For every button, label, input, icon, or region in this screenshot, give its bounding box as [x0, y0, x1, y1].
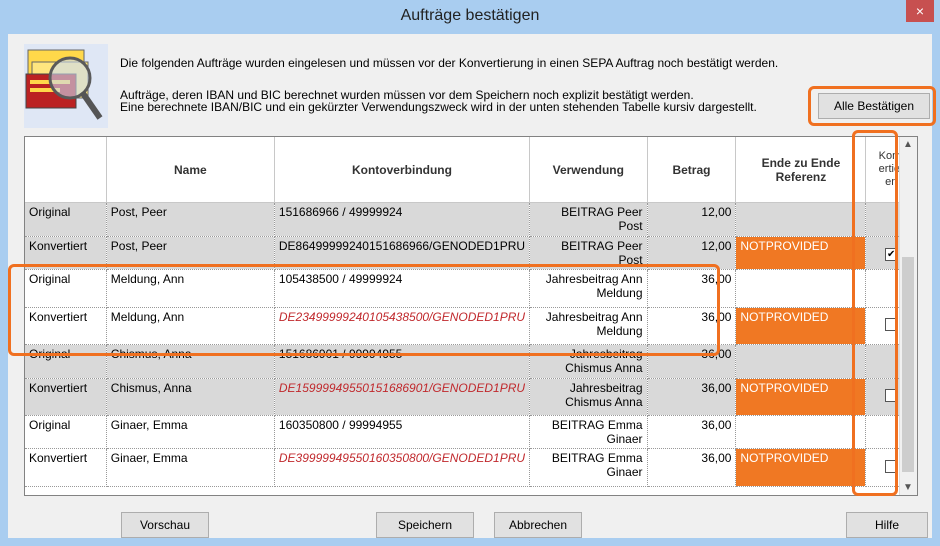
cell-typ: Konvertiert [25, 448, 107, 487]
header-verwendung[interactable]: Verwendung [529, 137, 648, 203]
cell-kontoverbindung: 151686901 / 99994955 [274, 344, 531, 379]
cell-typ: Original [25, 269, 107, 308]
sepa-logo-icon [24, 44, 108, 128]
table-row[interactable]: Konvertiert Ginaer, Emma DE399999495501603… [25, 448, 917, 487]
orders-table-grid: Name Kontoverbindung Verwendung Betrag E… [25, 137, 917, 487]
title-bar: Aufträge bestätigen × [0, 0, 940, 34]
table-row[interactable]: Konvertiert Chismus, Anna DE15999949550151… [25, 378, 917, 416]
header-kontoverbindung[interactable]: Kontoverbindung [274, 137, 531, 203]
cell-name: Chismus, Anna [106, 378, 275, 416]
orders-table: Name Kontoverbindung Verwendung Betrag E… [24, 136, 918, 496]
cell-verwendung: Jahresbeitrag Ann Meldung [529, 269, 648, 308]
cell-kontoverbindung: 151686966 / 49999924 [274, 202, 531, 237]
cell-name: Ginaer, Emma [106, 415, 275, 449]
hilfe-button[interactable]: Hilfe [846, 512, 928, 538]
cell-name: Ginaer, Emma [106, 448, 275, 487]
cell-typ: Konvertiert [25, 378, 107, 416]
cell-verwendung: BEITRAG Emma Ginaer [529, 448, 648, 487]
cell-kontoverbindung: 105438500 / 49999924 [274, 269, 531, 308]
cell-betrag: 12,00 [647, 202, 737, 237]
header-betrag[interactable]: Betrag [647, 137, 737, 203]
vorschau-button[interactable]: Vorschau [121, 512, 209, 538]
header-name[interactable]: Name [106, 137, 275, 203]
info-text-1: Die folgenden Aufträge wurden eingelesen… [120, 56, 779, 70]
dialog-window: Aufträge bestätigen × Die folgenden Auft… [0, 0, 940, 546]
konvertieren-checkbox[interactable] [884, 389, 898, 402]
cell-name: Meldung, Ann [106, 269, 275, 308]
table-row[interactable]: Original Ginaer, Emma 160350800 / 99994955… [25, 415, 917, 449]
cell-referenz: NOTPROVIDED [735, 448, 867, 487]
cell-name: Post, Peer [106, 236, 275, 270]
cell-verwendung: BEITRAG Peer Post [529, 236, 648, 270]
cell-betrag: 36,00 [647, 344, 737, 379]
cell-betrag: 36,00 [647, 269, 737, 308]
cell-referenz [735, 344, 867, 379]
table-row[interactable]: Original Post, Peer 151686966 / 49999924 BE… [25, 202, 917, 237]
table-row[interactable]: Original Meldung, Ann 105438500 / 49999924… [25, 269, 917, 308]
cell-typ: Konvertiert [25, 236, 107, 270]
cell-name: Chismus, Anna [106, 344, 275, 379]
scrollbar-thumb[interactable] [902, 257, 914, 472]
cell-verwendung: BEITRAG Peer Post [529, 202, 648, 237]
info-text-3: Eine berechnete IBAN/BIC und ein gekürzt… [120, 100, 757, 114]
cell-verwendung: Jahresbeitrag Chismus Anna [529, 378, 648, 416]
cell-typ: Original [25, 415, 107, 449]
cell-referenz: NOTPROVIDED [735, 236, 867, 270]
vertical-scrollbar[interactable]: ▲ ▼ [899, 137, 917, 495]
cell-verwendung: Jahresbeitrag Ann Meldung [529, 307, 648, 345]
scroll-up-icon[interactable]: ▲ [903, 139, 913, 150]
scroll-down-icon[interactable]: ▼ [903, 482, 913, 493]
cell-kontoverbindung: DE15999949550151686901/GENODED1PRU [274, 378, 531, 416]
konvertieren-checkbox[interactable] [884, 459, 898, 473]
cell-typ: Original [25, 344, 107, 379]
cell-betrag: 36,00 [647, 415, 737, 449]
window-border-left [0, 34, 8, 546]
cell-betrag: 36,00 [647, 307, 737, 345]
window-border-right [932, 34, 940, 546]
table-row[interactable]: Original Chismus, Anna 151686901 / 9999495… [25, 344, 917, 379]
konvertieren-checkbox[interactable] [884, 318, 898, 331]
konvertieren-checkbox[interactable]: ✔ [884, 247, 898, 261]
speichern-button[interactable]: Speichern [376, 512, 474, 538]
cell-name: Post, Peer [106, 202, 275, 237]
cell-typ: Original [25, 202, 107, 237]
cell-kontoverbindung: DE39999949550160350800/GENODED1PRU [274, 448, 531, 487]
cell-kontoverbindung: 160350800 / 99994955 [274, 415, 531, 449]
cell-referenz [735, 202, 867, 237]
cell-name: Meldung, Ann [106, 307, 275, 345]
header-typ [25, 137, 107, 203]
cell-referenz [735, 415, 867, 449]
alle-bestaetigen-button[interactable]: Alle Bestätigen [818, 93, 930, 119]
cell-betrag: 36,00 [647, 448, 737, 487]
cell-referenz: NOTPROVIDED [735, 378, 867, 416]
cell-referenz [735, 269, 867, 308]
table-row[interactable]: Konvertiert Meldung, Ann DE234999992401054… [25, 307, 917, 345]
cell-referenz: NOTPROVIDED [735, 307, 867, 345]
cell-verwendung: BEITRAG Emma Ginaer [529, 415, 648, 449]
window-title: Aufträge bestätigen [400, 7, 540, 24]
cell-kontoverbindung: DE86499999240151686966/GENODED1PRU [274, 236, 531, 270]
abbrechen-button[interactable]: Abbrechen [494, 512, 582, 538]
header-referenz[interactable]: Ende zu Ende Referenz [735, 137, 867, 203]
window-border-bottom [0, 538, 940, 546]
cell-typ: Konvertiert [25, 307, 107, 345]
cell-kontoverbindung: DE23499999240105438500/GENODED1PRU [274, 307, 531, 345]
table-row[interactable]: Konvertiert Post, Peer DE86499999240151686… [25, 236, 917, 270]
cell-verwendung: Jahresbeitrag Chismus Anna [529, 344, 648, 379]
cell-betrag: 36,00 [647, 378, 737, 416]
close-icon[interactable]: × [906, 0, 934, 22]
cell-betrag: 12,00 [647, 236, 737, 270]
